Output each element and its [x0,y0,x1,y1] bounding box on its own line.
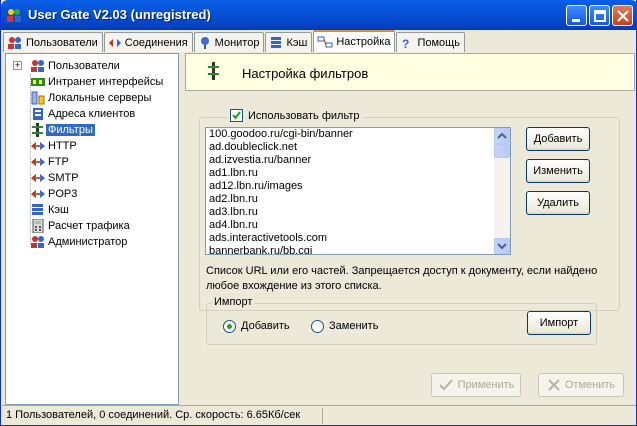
arrows-icon [31,158,45,166]
tab-cache[interactable]: Кэш [265,32,313,52]
title-bar[interactable]: User Gate V2.03 (unregistred) [1,0,637,30]
tree-item-users[interactable]: Пользователи [30,58,122,74]
tab-label: Монитор [214,36,260,49]
delete-button[interactable]: Удалить [526,191,590,215]
use-filter-label: Использовать фильтр [248,109,360,122]
tree-item-administrator[interactable]: Администратор [30,234,129,250]
check-icon [438,379,453,391]
tree-item-cache[interactable]: Кэш [30,202,71,218]
connections-icon [108,38,121,47]
list-item[interactable]: ad12.lbn.ru/images [206,180,510,193]
settings-icon [317,36,333,48]
cancel-button[interactable]: Отменить [538,373,624,397]
list-item[interactable]: ad4.lbn.ru [206,219,510,232]
list-item[interactable]: ad2.lbn.ru [206,193,510,206]
settings-tree[interactable]: + Пользователи Интранет интерфейсы Локал… [5,53,179,405]
app-window: User Gate V2.03 (unregistred) Пользовате… [0,0,637,426]
tree-item-pop3[interactable]: POP3 [30,186,79,202]
tree-item-local-servers[interactable]: Локальные серверы [30,90,153,106]
tab-users[interactable]: Пользователи [3,32,103,52]
tree-item-client-addresses[interactable]: Адреса клиентов [30,106,137,122]
tab-monitor[interactable]: Монитор [193,32,265,52]
svg-text:?: ? [402,37,409,50]
close-button[interactable] [612,5,633,26]
list-item[interactable]: ad.izvestia.ru/banner [206,154,510,167]
network-card-icon [31,78,45,86]
status-bar: 1 Пользователей, 0 соединений. Ср. скоро… [2,405,636,425]
monitor-icon [200,36,209,49]
tab-label: Настройка [336,36,391,48]
filter-description: Список URL или его частей. Запрещается д… [206,265,598,292]
use-filter-checkbox-row[interactable]: Использовать фильтр [227,109,363,122]
scroll-up-button[interactable] [494,128,510,144]
import-add-label[interactable]: Добавить [241,320,290,332]
scroll-thumb[interactable] [494,144,510,158]
tree-item-ftp[interactable]: FTP [30,154,71,170]
chevron-down-icon [497,243,507,250]
chevron-up-icon [497,132,507,139]
scroll-down-button[interactable] [494,238,510,254]
tree-item-traffic-calculation[interactable]: Расчет трафика [30,218,132,234]
arrows-icon [31,174,45,182]
list-item[interactable]: ad3.lbn.ru [206,206,510,219]
apply-button[interactable]: Применить [431,373,521,397]
window-title: User Gate V2.03 (unregistred) [28,7,211,22]
users-icon [31,60,44,72]
import-button[interactable]: Импорт [527,311,591,335]
tree-item-intranet-interfaces[interactable]: Интранет интерфейсы [30,74,165,90]
tab-label: Пользователи [26,36,98,49]
arrows-icon [31,190,45,198]
import-legend: Импорт [212,296,255,308]
tree-item-smtp[interactable]: SMTP [30,170,81,186]
tab-settings[interactable]: Настройка [313,30,396,52]
tab-connections[interactable]: Соединения [103,32,193,52]
list-item[interactable]: ad1.lbn.ru [206,167,510,180]
maximize-button[interactable] [589,5,610,26]
radio-selected-dot [227,324,232,329]
filter-icon [32,123,43,137]
import-replace-radio[interactable] [311,320,324,333]
server-icon [31,91,45,105]
filter-list[interactable]: 100.goodoo.ru/cgi-bin/banner ad.doublecl… [205,127,511,255]
list-item[interactable]: ads.interactivetools.com [206,232,510,245]
address-book-icon [33,108,43,120]
app-icon [7,9,21,22]
checkmark-icon [232,111,241,120]
tab-label: Соединения [124,36,188,49]
list-item[interactable]: 100.goodoo.ru/cgi-bin/banner [206,128,510,141]
import-add-radio[interactable] [223,320,236,333]
arrows-icon [31,142,45,150]
tree-item-http[interactable]: HTTP [30,138,79,154]
list-item[interactable]: ad.doubleclick.net [206,141,510,154]
maximize-icon [594,10,606,22]
admin-icon [31,236,44,248]
edit-button[interactable]: Изменить [526,159,590,183]
minimize-button[interactable] [566,5,587,26]
help-icon: ? [402,37,409,50]
minimize-icon [572,19,580,22]
main-tabs: Пользователи Соединения Монитор Кэш Наст… [3,30,466,52]
tab-label: Помощь [417,36,460,49]
close-icon [548,379,560,391]
cache-icon [32,204,43,215]
status-separator [322,408,323,424]
cache-icon [271,36,282,48]
close-icon [617,10,629,22]
users-icon [8,36,21,49]
import-replace-label[interactable]: Заменить [329,320,378,332]
tree-expander[interactable]: + [13,61,22,70]
use-filter-checkbox[interactable] [230,109,243,122]
list-scrollbar[interactable] [494,128,510,254]
tab-label: Кэш [286,36,308,49]
panel-header: Настройка фильтров [185,53,635,91]
tab-help[interactable]: ? Помощь [396,32,465,52]
list-item[interactable]: bannerbank.ru/bb.cgi [206,245,510,254]
tree-item-filters[interactable]: Фильтры [30,122,95,138]
calculator-icon [32,219,44,233]
add-button[interactable]: Добавить [526,127,590,151]
panel-title: Настройка фильтров [242,66,369,81]
filter-icon [208,62,219,80]
status-text: 1 Пользователей, 0 соединений. Ср. скоро… [6,409,301,421]
